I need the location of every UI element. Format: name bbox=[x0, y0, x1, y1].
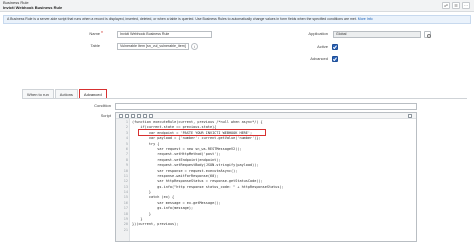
condition-field[interactable] bbox=[115, 103, 417, 110]
syntax-check-icon[interactable] bbox=[143, 114, 147, 118]
record-name-title: Invicti Webhook Business Rule bbox=[3, 5, 63, 10]
replace-icon[interactable] bbox=[131, 114, 135, 118]
info-icon[interactable]: i bbox=[191, 43, 198, 50]
find-icon[interactable] bbox=[137, 114, 141, 118]
format-code-icon[interactable] bbox=[125, 114, 129, 118]
header-actions: ☍ ☰ ⋯ bbox=[442, 2, 470, 9]
condition-label: Condition bbox=[94, 103, 111, 108]
name-field[interactable]: Invicti Webhook Business Rule bbox=[117, 31, 212, 38]
line-number: 21 bbox=[123, 227, 128, 232]
fullscreen-icon[interactable] bbox=[408, 114, 412, 118]
form-header: Business Rule Invicti Webhook Business R… bbox=[0, 0, 474, 12]
application-field: Global bbox=[333, 31, 421, 38]
active-label: Active bbox=[317, 44, 328, 49]
attachment-icon[interactable]: ☍ bbox=[442, 2, 450, 9]
advanced-label: Advanced bbox=[310, 56, 328, 61]
search-icon[interactable] bbox=[424, 31, 431, 38]
more-options-icon[interactable]: ⋯ bbox=[462, 2, 470, 9]
banner-text: A Business Rule is a server-side script … bbox=[7, 17, 357, 21]
endpoint-highlight bbox=[138, 129, 266, 136]
toggle-comment-icon[interactable] bbox=[119, 114, 123, 118]
table-select[interactable]: Vulnerable Item [sn_vul_vulnerable_item] bbox=[117, 43, 189, 50]
activity-icon[interactable]: ☰ bbox=[452, 2, 460, 9]
info-banner: A Business Rule is a server-side script … bbox=[3, 15, 471, 24]
table-label: Table bbox=[90, 43, 100, 48]
code-area[interactable]: 1 (function executeRule(current, previous… bbox=[116, 120, 416, 233]
more-info-link[interactable]: More Info bbox=[358, 17, 373, 21]
script-label: Script bbox=[100, 113, 111, 118]
editor-toolbar bbox=[116, 113, 416, 119]
script-debugger-icon[interactable] bbox=[149, 114, 153, 118]
application-label: Application bbox=[308, 31, 328, 36]
code-line[interactable]: 21 bbox=[116, 228, 416, 233]
active-checkbox[interactable] bbox=[332, 44, 338, 50]
name-label: Name bbox=[89, 31, 100, 36]
tab-divider bbox=[22, 98, 467, 99]
advanced-checkbox[interactable] bbox=[332, 56, 338, 62]
required-icon: * bbox=[101, 31, 103, 37]
